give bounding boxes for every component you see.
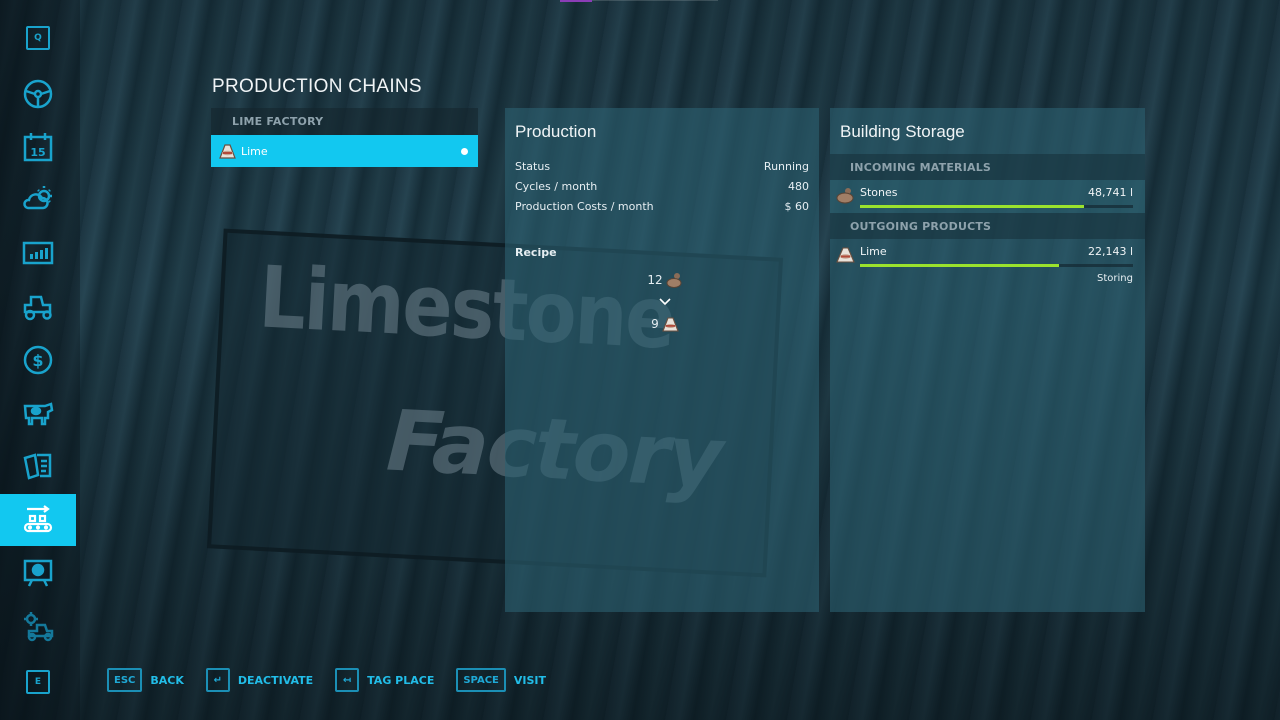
stat-value: Running <box>763 160 809 173</box>
production-chain-list: LIME FACTORY Lime <box>211 108 478 167</box>
sidebar-item-finances[interactable]: $ <box>0 334 76 386</box>
visit-button[interactable]: SPACE VISIT <box>456 668 546 692</box>
stat-label: Status <box>515 160 551 173</box>
esc-key: ESC <box>107 668 143 692</box>
tutorial-icon <box>23 559 53 587</box>
hint-label: DEACTIVATE <box>237 673 314 687</box>
stones-icon <box>836 188 854 204</box>
storage-item-stones: Stones 48,741 l <box>830 180 1145 213</box>
stat-row-cycles: Cycles / month 480 <box>505 180 819 200</box>
recipe-output-amount: 9 <box>651 317 659 331</box>
outgoing-products-header: OUTGOING PRODUCTS <box>830 213 1145 239</box>
stat-value: 480 <box>788 180 809 193</box>
building-storage-panel: Building Storage INCOMING MATERIALS Ston… <box>830 108 1145 612</box>
chevron-down-icon <box>659 298 671 306</box>
fill-level <box>860 264 1060 267</box>
recipe-title: Recipe <box>515 246 557 259</box>
deactivate-button[interactable]: ↵ DEACTIVATE <box>205 668 314 692</box>
stat-label: Cycles / month <box>515 180 598 193</box>
tractor-icon <box>23 295 52 321</box>
production-stats: Status Running Cycles / month 480 Produc… <box>505 154 819 220</box>
sidebar-item-production[interactable] <box>0 494 76 546</box>
lime-icon <box>219 144 236 159</box>
prev-page-key[interactable]: Q <box>26 26 50 50</box>
hint-label: BACK <box>150 673 184 687</box>
recipe: 12 9 <box>635 270 695 334</box>
hint-label: TAG PLACE <box>367 673 435 687</box>
hint-label: VISIT <box>513 673 547 687</box>
sidebar-item-help[interactable] <box>0 547 76 599</box>
svg-text:15: 15 <box>30 146 45 159</box>
sidebar-item-calendar[interactable]: 15 <box>0 121 76 173</box>
fill-level-bar <box>860 205 1133 208</box>
sidebar-item-vehicles-steering[interactable] <box>0 68 76 120</box>
top-accent-bar <box>560 0 592 2</box>
statistics-icon <box>22 241 54 265</box>
key-hints-bar: ESC BACK ↵ DEACTIVATE ↤ TAG PLACE SPACE … <box>107 668 568 692</box>
production-icon <box>23 505 53 533</box>
stat-value: $ 60 <box>784 200 810 213</box>
settings-tractor-icon <box>24 612 54 642</box>
storage-item-name: Stones <box>860 186 898 199</box>
stat-row-costs: Production Costs / month $ 60 <box>505 200 819 220</box>
storage-item-amount: 48,741 l <box>1087 186 1133 199</box>
storage-item-lime: Lime 22,143 l Storing <box>830 239 1145 287</box>
weather-icon <box>23 186 52 210</box>
active-indicator-dot <box>461 148 468 155</box>
space-key: SPACE <box>456 668 506 692</box>
storage-item-name: Lime <box>860 245 887 258</box>
recipe-input-amount: 12 <box>647 273 663 287</box>
back-button[interactable]: ESC BACK <box>107 668 184 692</box>
stat-row-status: Status Running <box>505 160 819 180</box>
lime-icon <box>662 317 679 332</box>
lime-icon <box>836 247 855 263</box>
storage-title: Building Storage <box>840 122 965 141</box>
contracts-icon <box>23 453 52 480</box>
fill-level-bar <box>860 264 1133 267</box>
stones-icon <box>666 273 682 288</box>
sidebar: Q 15 $ E <box>0 0 76 720</box>
top-divider <box>592 0 718 1</box>
incoming-materials-header: INCOMING MATERIALS <box>830 154 1145 180</box>
sidebar-item-animals[interactable] <box>0 387 76 439</box>
incoming-materials: INCOMING MATERIALS Stones 48,741 l <box>830 154 1145 213</box>
recipe-input: 12 <box>635 270 695 290</box>
chain-group-header: LIME FACTORY <box>211 108 478 135</box>
next-page-key[interactable]: E <box>26 670 50 694</box>
sidebar-item-settings[interactable] <box>0 600 76 652</box>
production-panel: Production Status Running Cycles / month… <box>505 108 819 612</box>
backspace-key: ↤ <box>335 668 360 692</box>
enter-key: ↵ <box>205 668 230 692</box>
fill-level <box>860 205 1084 208</box>
sidebar-item-contracts[interactable] <box>0 440 76 492</box>
sidebar-item-weather[interactable] <box>0 173 76 225</box>
tag-place-button[interactable]: ↤ TAG PLACE <box>335 668 434 692</box>
outgoing-products: OUTGOING PRODUCTS Lime 22,143 l Storing <box>830 213 1145 287</box>
stat-label: Production Costs / month <box>515 200 654 213</box>
chain-item-lime[interactable]: Lime <box>211 135 478 167</box>
money-icon: $ <box>23 345 53 375</box>
chain-item-label: Lime <box>241 144 268 158</box>
storage-item-status[interactable]: Storing <box>860 273 1133 284</box>
production-title: Production <box>515 122 597 141</box>
recipe-arrow <box>635 290 695 314</box>
cow-icon <box>23 402 54 426</box>
recipe-output: 9 <box>635 314 695 334</box>
steering-wheel-icon <box>23 79 53 109</box>
storage-item-amount: 22,143 l <box>1087 245 1133 258</box>
page-title: PRODUCTION CHAINS <box>212 76 422 97</box>
svg-text:$: $ <box>32 351 43 370</box>
calendar-icon: 15 <box>23 133 53 162</box>
sidebar-item-statistics[interactable] <box>0 228 76 280</box>
sidebar-item-vehicles[interactable] <box>0 280 76 332</box>
